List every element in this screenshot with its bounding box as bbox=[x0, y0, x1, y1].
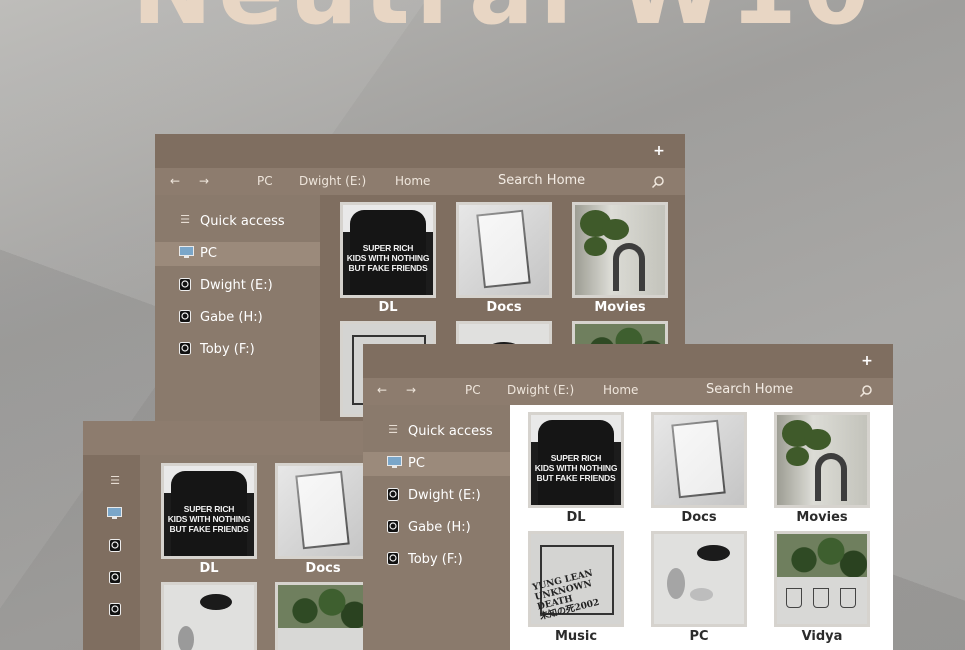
folder-label: DL bbox=[566, 510, 586, 525]
thumbnail bbox=[651, 531, 747, 627]
folder-label: DL bbox=[199, 561, 219, 576]
thumbnail bbox=[651, 412, 747, 508]
folder-dl[interactable]: SUPER RICH KIDS WITH NOTHING BUT FAKE FRIE… bbox=[528, 412, 624, 525]
thumbnail: YUNG LEAN UNKNOWN DEATH 未知の死2002 bbox=[528, 531, 624, 627]
drive-icon bbox=[179, 342, 191, 355]
search-input[interactable]: Search Home bbox=[498, 173, 585, 188]
monitor-icon[interactable] bbox=[107, 507, 122, 520]
folder-label: Vidya bbox=[801, 629, 843, 644]
breadcrumb-dwight[interactable]: Dwight (E:) bbox=[299, 174, 366, 188]
folder-label: Movies bbox=[796, 510, 848, 525]
folder-docs[interactable]: Docs bbox=[456, 202, 552, 315]
folder-pc[interactable] bbox=[161, 582, 257, 650]
folder-dl[interactable]: SUPER RICH KIDS WITH NOTHING BUT FAKE FRIE… bbox=[161, 463, 257, 576]
folder-movies[interactable]: Movies bbox=[774, 412, 870, 525]
thumbnail-text: SUPER RICH KIDS WITH NOTHING BUT FAKE FRIE… bbox=[167, 503, 251, 534]
drive-icon[interactable] bbox=[109, 571, 121, 584]
folder-pc[interactable]: PC bbox=[651, 531, 747, 644]
sidebar-item-gabe[interactable]: Gabe (H:) bbox=[363, 516, 510, 540]
thumbnail bbox=[774, 531, 870, 627]
sidebar: ☰ Quick access PC Dwight (E:) Gabe (H:) … bbox=[155, 195, 320, 434]
breadcrumb-home[interactable]: Home bbox=[395, 174, 430, 188]
monitor-icon bbox=[387, 456, 402, 468]
search-icon[interactable] bbox=[651, 175, 665, 189]
drive-icon bbox=[179, 278, 191, 291]
drive-icon bbox=[387, 488, 399, 501]
sidebar-item-dwight[interactable]: Dwight (E:) bbox=[155, 274, 320, 298]
hero-title: Neutral W10 bbox=[132, 0, 876, 46]
menu-icon: ☰ bbox=[180, 213, 190, 226]
thumbnail: SUPER RICH KIDS WITH NOTHING BUT FAKE FRIE… bbox=[340, 202, 436, 298]
folder-movies[interactable]: Movies bbox=[572, 202, 668, 315]
new-window-button[interactable]: + bbox=[860, 354, 874, 368]
thumbnail-text: SUPER RICH KIDS WITH NOTHING BUT FAKE FRIE… bbox=[534, 452, 618, 483]
sidebar-item-quick-access[interactable]: ☰ Quick access bbox=[363, 420, 510, 444]
folder-music[interactable]: YUNG LEAN UNKNOWN DEATH 未知の死2002 Music bbox=[528, 531, 624, 644]
titlebar: + bbox=[155, 134, 685, 168]
sidebar-item-toby[interactable]: Toby (F:) bbox=[155, 338, 320, 362]
navigation-bar: ← → PC Dwight (E:) Home Search Home bbox=[155, 168, 685, 195]
file-grid: SUPER RICH KIDS WITH NOTHING BUT FAKE FRIE… bbox=[140, 455, 383, 650]
explorer-window-front: + ← → PC Dwight (E:) Home Search Home ☰ … bbox=[363, 344, 893, 650]
folder-docs[interactable]: Docs bbox=[651, 412, 747, 525]
drive-icon bbox=[387, 552, 399, 565]
titlebar bbox=[83, 421, 383, 455]
folder-label: DL bbox=[378, 300, 398, 315]
thumbnail: SUPER RICH KIDS WITH NOTHING BUT FAKE FRIE… bbox=[161, 463, 257, 559]
monitor-icon bbox=[179, 246, 194, 258]
breadcrumb-dwight[interactable]: Dwight (E:) bbox=[507, 383, 574, 397]
sidebar-item-dwight[interactable]: Dwight (E:) bbox=[363, 484, 510, 508]
thumbnail-text: SUPER RICH KIDS WITH NOTHING BUT FAKE FRIE… bbox=[346, 242, 430, 273]
sidebar-collapsed: ☰ bbox=[83, 455, 140, 650]
folder-label: Docs bbox=[305, 561, 341, 576]
thumbnail bbox=[572, 202, 668, 298]
sidebar-item-quick-access[interactable]: ☰ Quick access bbox=[155, 210, 320, 234]
thumbnail bbox=[456, 202, 552, 298]
explorer-window-left: ☰ SUPER RICH KIDS WITH NOTHING BUT FAKE FR… bbox=[83, 421, 383, 650]
forward-arrow-icon[interactable]: → bbox=[406, 383, 416, 397]
thumbnail bbox=[275, 463, 371, 559]
folder-label: Docs bbox=[486, 300, 522, 315]
sidebar: ☰ Quick access PC Dwight (E:) Gabe (H:) … bbox=[363, 405, 510, 650]
folder-label: Docs bbox=[681, 510, 717, 525]
sidebar-item-gabe[interactable]: Gabe (H:) bbox=[155, 306, 320, 330]
menu-icon[interactable]: ☰ bbox=[109, 475, 121, 487]
drive-icon bbox=[387, 520, 399, 533]
back-arrow-icon[interactable]: ← bbox=[170, 174, 180, 188]
folder-vidya[interactable]: Vidya bbox=[774, 531, 870, 644]
sidebar-item-toby[interactable]: Toby (F:) bbox=[363, 548, 510, 572]
breadcrumb-pc[interactable]: PC bbox=[465, 383, 481, 397]
new-window-button[interactable]: + bbox=[652, 144, 666, 158]
search-input[interactable]: Search Home bbox=[706, 382, 793, 397]
folder-vidya[interactable] bbox=[275, 582, 371, 650]
thumbnail: SUPER RICH KIDS WITH NOTHING BUT FAKE FRIE… bbox=[528, 412, 624, 508]
breadcrumb-home[interactable]: Home bbox=[603, 383, 638, 397]
sidebar-item-pc[interactable]: PC bbox=[155, 242, 320, 266]
forward-arrow-icon[interactable]: → bbox=[199, 174, 209, 188]
folder-label: PC bbox=[689, 629, 709, 644]
sidebar-item-pc[interactable]: PC bbox=[363, 452, 510, 476]
menu-icon: ☰ bbox=[388, 423, 398, 436]
drive-icon[interactable] bbox=[109, 539, 121, 552]
breadcrumb-pc[interactable]: PC bbox=[257, 174, 273, 188]
folder-label: Music bbox=[554, 629, 598, 644]
folder-dl[interactable]: SUPER RICH KIDS WITH NOTHING BUT FAKE FRIE… bbox=[340, 202, 436, 315]
folder-docs[interactable]: Docs bbox=[275, 463, 371, 576]
titlebar: + bbox=[363, 344, 893, 378]
thumbnail bbox=[161, 582, 257, 650]
drive-icon bbox=[179, 310, 191, 323]
drive-icon[interactable] bbox=[109, 603, 121, 616]
folder-label: Movies bbox=[594, 300, 646, 315]
thumbnail bbox=[275, 582, 371, 650]
search-icon[interactable] bbox=[859, 384, 873, 398]
navigation-bar: ← → PC Dwight (E:) Home Search Home bbox=[363, 378, 893, 405]
thumbnail bbox=[774, 412, 870, 508]
file-grid: SUPER RICH KIDS WITH NOTHING BUT FAKE FRIE… bbox=[510, 405, 893, 650]
back-arrow-icon[interactable]: ← bbox=[377, 383, 387, 397]
